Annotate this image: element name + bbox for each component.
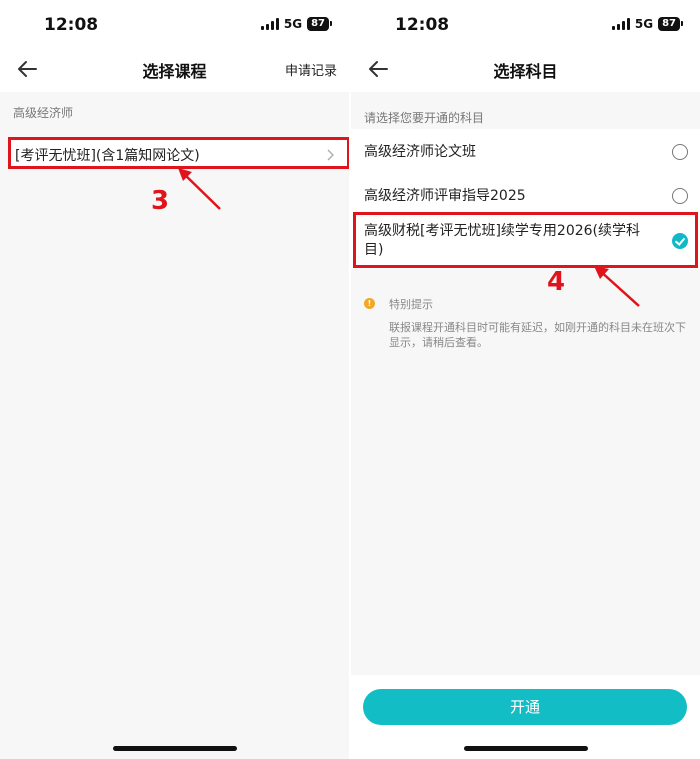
radio-unchecked-icon[interactable] (672, 144, 688, 160)
nav-bar: 选择课程 申请记录 (0, 46, 349, 92)
status-icons: 5G 87 (611, 17, 683, 31)
battery-icon: 87 (307, 17, 332, 31)
annotation-step-3: 3 (151, 186, 170, 216)
subject-item[interactable]: 高级经济师论文班 (364, 143, 688, 162)
subject-item[interactable]: 高级经济师评审指导2025 (364, 187, 688, 206)
select-subject-screen: 12:08 5G 87 选择科目 请选择您要开通的科目 高级经济师论文班 高级经… (351, 0, 700, 759)
annotation-highlight-box (353, 212, 698, 268)
info-icon: ! (364, 298, 375, 309)
page-title: 选择科目 (493, 62, 558, 81)
subject-label: 高级经济师评审指导2025 (364, 188, 526, 204)
home-indicator (464, 746, 588, 751)
section-label: 高级经济师 (13, 106, 74, 120)
radio-unchecked-icon[interactable] (672, 188, 688, 204)
signal-icon (611, 18, 630, 30)
annotation-arrow-4 (594, 266, 640, 307)
annotation-step-4: 4 (547, 267, 566, 297)
chevron-right-icon (327, 149, 334, 161)
battery-icon: 87 (658, 17, 683, 31)
network-type: 5G (634, 17, 654, 31)
annotation-arrow-3 (178, 168, 221, 210)
tip-text: 联报课程开通科目时可能有延迟，如刚开通的科目未在班次下显示，请稍后查看。 (389, 321, 686, 349)
signal-icon (260, 18, 279, 30)
application-records-link[interactable]: 申请记录 (285, 60, 337, 79)
subject-prompt: 请选择您要开通的科目 (364, 111, 485, 125)
tip-title: 特别提示 (389, 298, 433, 311)
subject-label: 高级经济师论文班 (364, 144, 476, 160)
status-bar: 12:08 5G 87 (0, 0, 349, 46)
status-bar: 12:08 5G 87 (351, 0, 700, 46)
network-type: 5G (283, 17, 303, 31)
status-time: 12:08 (395, 15, 450, 35)
nav-bar: 选择科目 (351, 46, 700, 92)
home-indicator (113, 746, 237, 751)
status-icons: 5G 87 (260, 17, 332, 31)
select-course-screen: 12:08 5G 87 选择课程 申请记录 高级经济师 [考评无忧班](含1篇知… (0, 0, 349, 759)
open-button[interactable]: 开通 (363, 689, 687, 725)
status-time: 12:08 (44, 15, 99, 35)
course-item-label: [考评无忧班](含1篇知网论文) (15, 148, 200, 164)
